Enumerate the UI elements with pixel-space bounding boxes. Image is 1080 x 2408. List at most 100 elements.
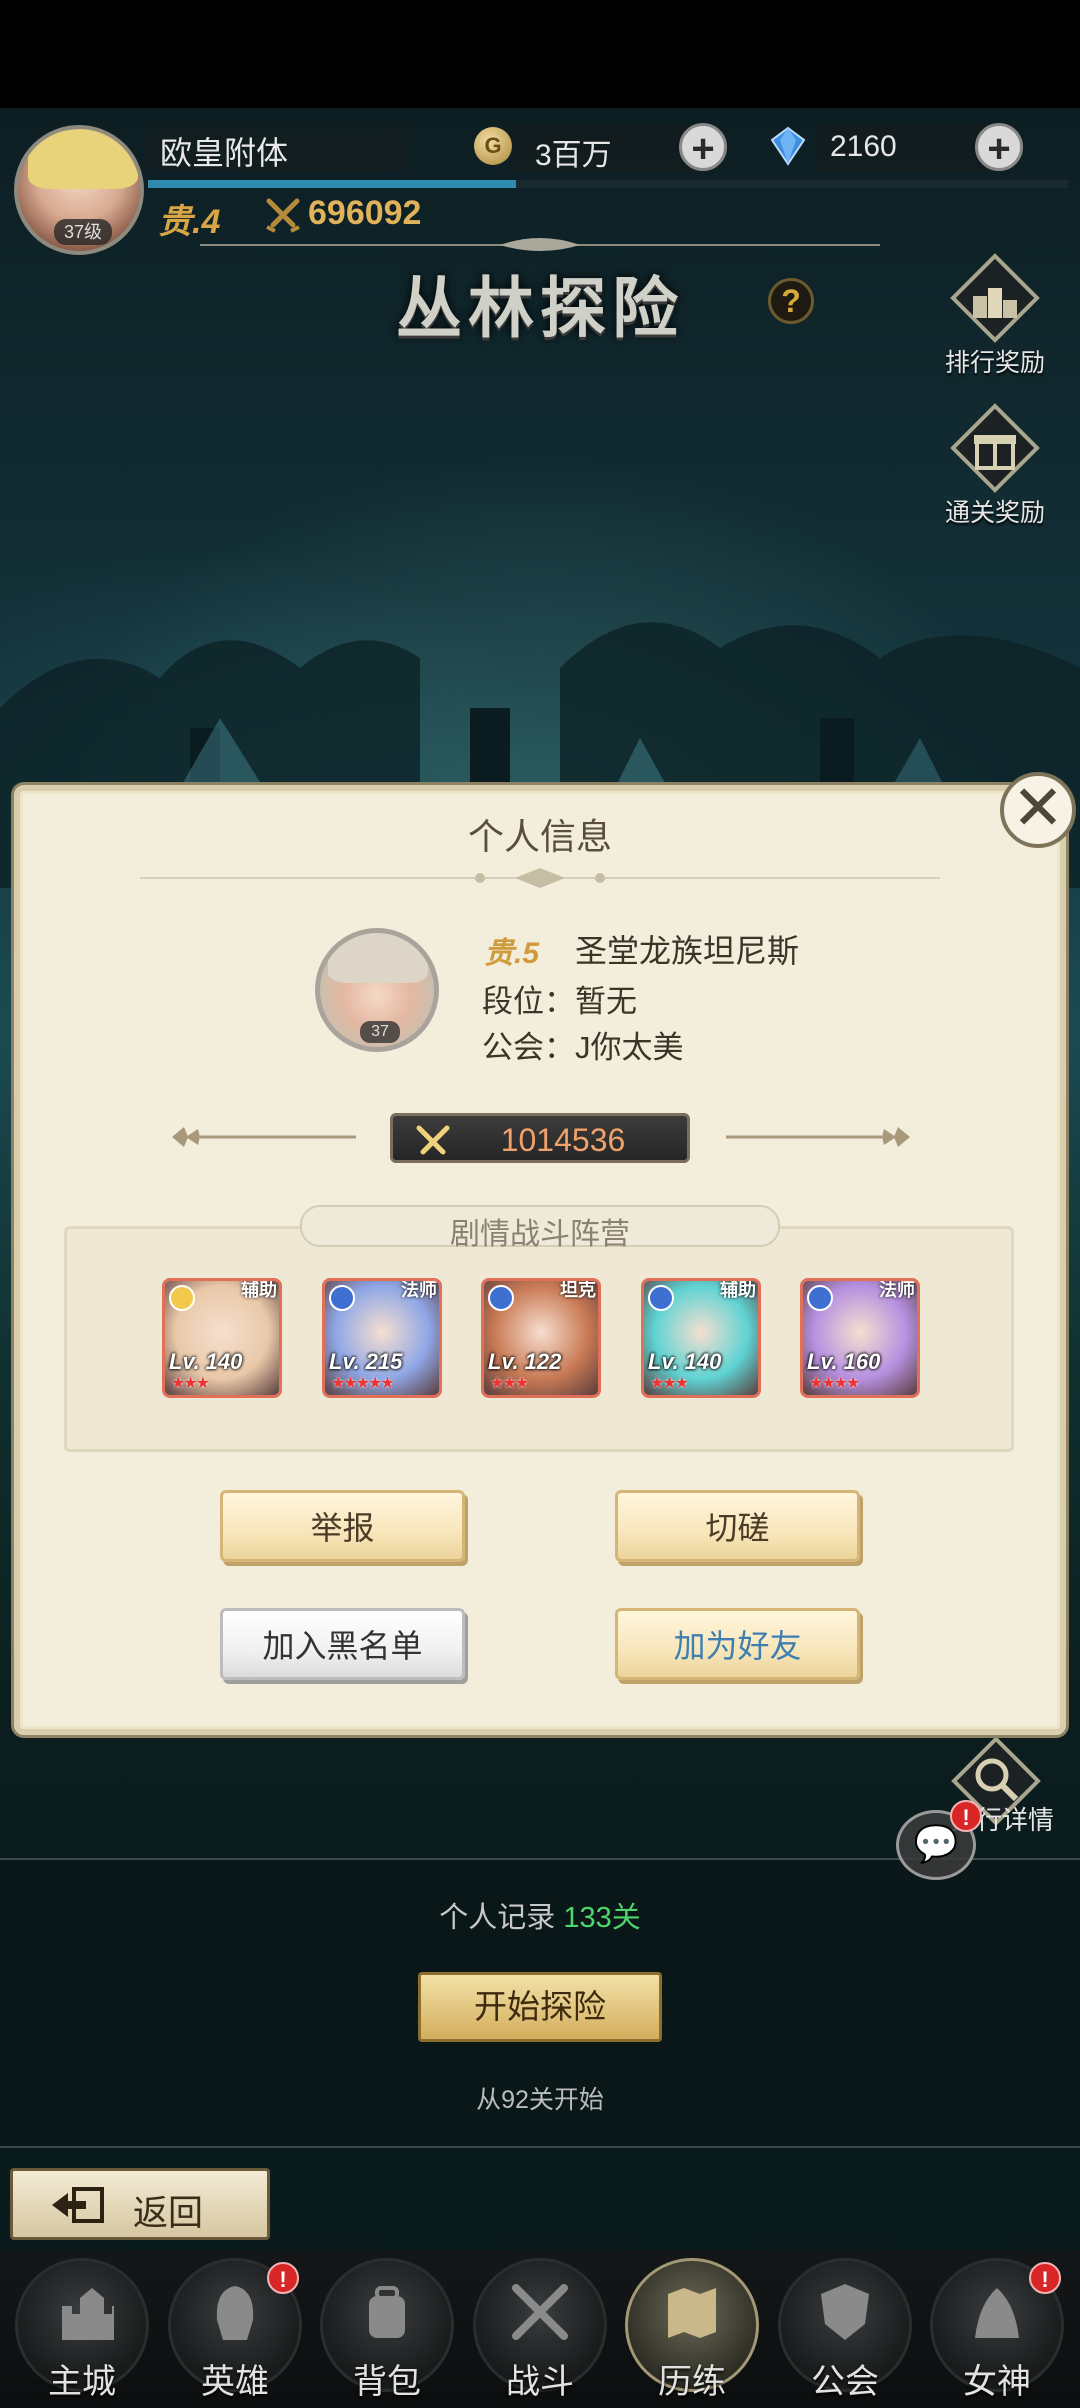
hero-card[interactable]: 法师 Lv. 160 ★★★★ — [800, 1278, 920, 1398]
tab-0[interactable]: 主城 — [12, 2258, 152, 2401]
hero-level: Lv. 140 — [169, 1349, 243, 1374]
target-rank: 段位：暂无 — [482, 984, 637, 1019]
personal-record: 个人记录 133关 — [0, 1894, 1080, 1936]
hero-role: 辅助 — [720, 1280, 756, 1300]
player-avatar[interactable]: 37级 — [14, 125, 144, 255]
close-icon: ✕ — [1012, 774, 1064, 843]
hero-stars: ★★★ — [650, 1375, 689, 1392]
back-arrow-icon — [52, 2187, 104, 2223]
status-bar — [0, 0, 1080, 108]
avatar-level: 37级 — [54, 219, 112, 245]
element-icon — [807, 1285, 833, 1311]
target-avatar-hair — [328, 933, 428, 983]
backpack-icon — [369, 2286, 405, 2338]
gift-icon — [950, 403, 1040, 493]
target-avatar-level: 37 — [360, 1021, 400, 1043]
tab-label: 主城 — [48, 2363, 116, 2401]
target-player-name: 圣堂龙族坦尼斯 — [575, 933, 800, 969]
add-friend-button[interactable]: 加为好友 — [615, 1608, 860, 1680]
back-label: 返回 — [133, 2194, 204, 2233]
element-icon — [169, 1285, 195, 1311]
element-icon — [488, 1285, 514, 1311]
hero-role: 坦克 — [560, 1280, 596, 1300]
tab-label: 战斗 — [506, 2363, 574, 2401]
hero-card[interactable]: 辅助 Lv. 140 ★★★ — [162, 1278, 282, 1398]
battle-swords-icon — [512, 2284, 568, 2340]
tab-5[interactable]: 公会 — [775, 2258, 915, 2401]
exp-fill — [148, 180, 516, 188]
gold-coin-icon: G — [474, 127, 512, 165]
avatar-hair — [28, 129, 138, 189]
hero-icon — [216, 2286, 254, 2340]
tab-4[interactable]: 历练 — [622, 2258, 762, 2401]
tab-label: 女神 — [963, 2363, 1031, 2401]
clear-rewards-button[interactable]: 通关奖励 — [930, 402, 1060, 529]
map-icon — [668, 2288, 716, 2338]
ranking-rewards-label: 排行奖励 — [944, 349, 1045, 377]
hero-card[interactable]: 辅助 Lv. 140 ★★★ — [641, 1278, 761, 1398]
back-button[interactable]: 返回 — [10, 2168, 270, 2240]
hero-level: Lv. 140 — [648, 1349, 722, 1374]
power-value: 696092 — [308, 194, 422, 232]
hero-role: 法师 — [401, 1280, 437, 1300]
hero-card[interactable]: 坦克 Lv. 122 ★★★ — [481, 1278, 601, 1398]
diamond-icon — [770, 126, 806, 166]
hero-role: 法师 — [879, 1280, 915, 1300]
element-icon — [329, 1285, 355, 1311]
gold-amount: 3百万 — [535, 139, 612, 172]
tab-label: 英雄 — [201, 2363, 269, 2401]
clear-rewards-label: 通关奖励 — [944, 499, 1045, 527]
dialog-title: 个人信息 — [467, 816, 612, 857]
element-icon — [648, 1285, 674, 1311]
record-value: 133关 — [563, 1902, 641, 1934]
hero-level: Lv. 122 — [488, 1349, 562, 1374]
hero-role: 辅助 — [241, 1280, 277, 1300]
title-divider — [140, 868, 940, 888]
hero-stars: ★★★★ — [809, 1375, 860, 1392]
tab-label: 历练 — [658, 2363, 726, 2401]
start-hint: 从92关开始 — [476, 2086, 604, 2114]
guild-shield-icon — [821, 2284, 869, 2340]
target-vip: 贵.5 — [484, 937, 540, 970]
add-gold-button[interactable]: + — [679, 123, 727, 171]
spar-button[interactable]: 切磋 — [615, 1490, 860, 1562]
hero-stars: ★★★★★ — [331, 1375, 395, 1392]
power-divider-right — [726, 1127, 910, 1147]
target-power-value: 1014536 — [500, 1122, 626, 1158]
tab-3[interactable]: 战斗 — [470, 2258, 610, 2401]
close-button[interactable]: ✕ — [1000, 772, 1076, 848]
ranking-rewards-button[interactable]: 排行奖励 — [930, 252, 1060, 379]
diamond-amount: 2160 — [830, 130, 897, 163]
player-name: 欧皇附体 — [160, 135, 289, 171]
lineup-title: 剧情战斗阵营 — [450, 1218, 630, 1251]
blacklist-button[interactable]: 加入黑名单 — [220, 1608, 465, 1680]
page-title: 丛林探险 — [396, 269, 684, 347]
chat-notification-badge: ! — [950, 1800, 982, 1832]
hero-level: Lv. 160 — [807, 1349, 881, 1374]
tab-notification-badge: ! — [1029, 2262, 1061, 2294]
target-power-box: 1014536 — [390, 1113, 690, 1163]
start-explore-button[interactable]: 开始探险 — [418, 1972, 662, 2042]
target-player-avatar: 37 — [315, 928, 439, 1052]
add-diamond-button[interactable]: + — [975, 123, 1023, 171]
tab-notification-badge: ! — [267, 2262, 299, 2294]
report-button[interactable]: 举报 — [220, 1490, 465, 1562]
exp-bar — [148, 180, 1068, 188]
record-label: 个人记录 — [439, 1902, 556, 1934]
title-ornament — [200, 238, 880, 251]
hero-card[interactable]: 法师 Lv. 215 ★★★★★ — [322, 1278, 442, 1398]
help-button[interactable]: ? — [768, 278, 814, 324]
hero-stars: ★★★ — [171, 1375, 210, 1392]
hero-level: Lv. 215 — [329, 1349, 403, 1374]
crossed-swords-icon — [266, 198, 300, 233]
chat-bubble-icon: 💬 — [913, 1823, 959, 1864]
tab-label: 背包 — [353, 2363, 421, 2401]
hero-stars: ★★★ — [490, 1375, 529, 1392]
tab-2[interactable]: 背包 — [317, 2258, 457, 2401]
castle-icon — [62, 2288, 114, 2340]
goddess-icon — [975, 2288, 1019, 2338]
tab-label: 公会 — [811, 2363, 879, 2401]
target-guild: 公会：J你太美 — [482, 1030, 684, 1065]
power-divider-left — [172, 1127, 356, 1147]
podium-icon — [950, 253, 1040, 343]
